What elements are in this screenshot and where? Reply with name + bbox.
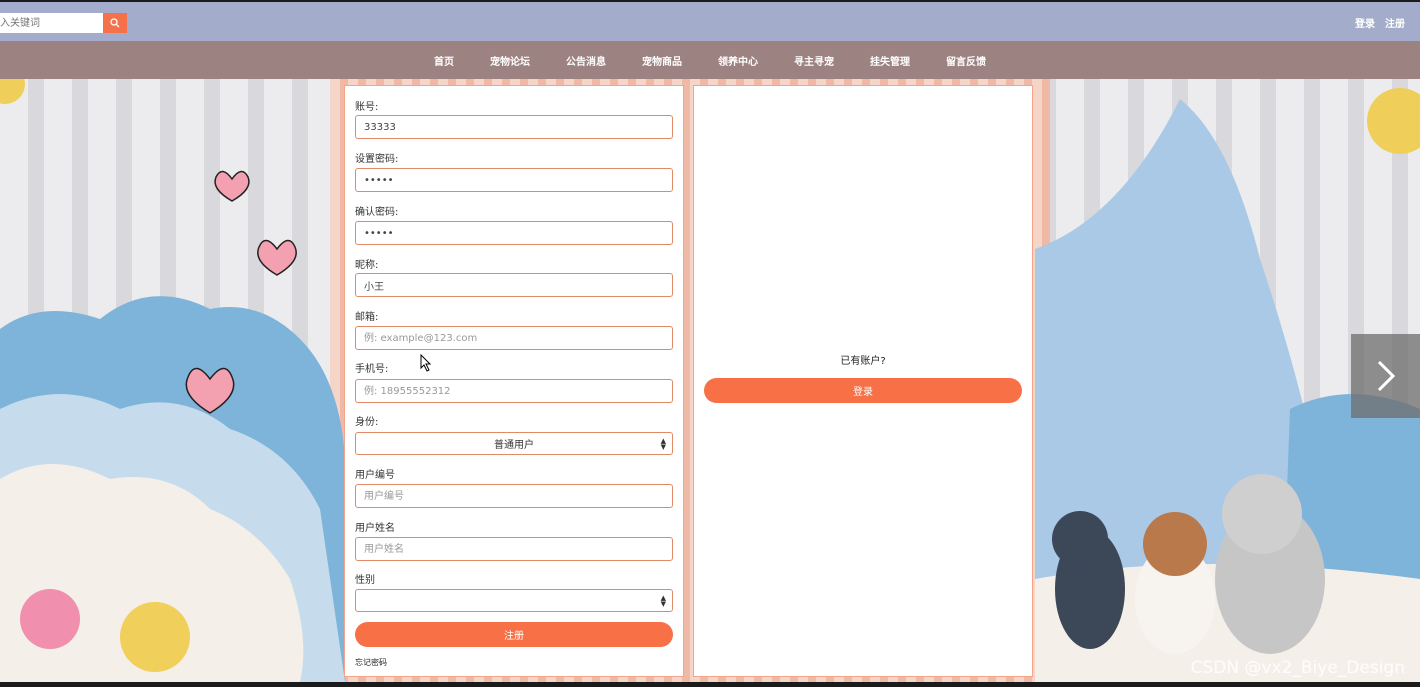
nav-announcements[interactable]: 公告消息 (566, 53, 606, 68)
nav-feedback[interactable]: 留言反馈 (946, 53, 986, 68)
login-button[interactable]: 登录 (704, 378, 1022, 403)
carousel-next-button[interactable] (1351, 334, 1420, 418)
user-number-input[interactable] (355, 484, 673, 508)
page: 登录 注册 首页 宠物论坛 公告消息 宠物商品 领养中心 寻主寻宠 挂失管理 留… (0, 2, 1420, 682)
watermark: CSDN @vx2_Biye_Design (1190, 658, 1405, 678)
top-register-link[interactable]: 注册 (1385, 15, 1405, 30)
has-account-text: 已有账户? (840, 356, 886, 367)
identity-select[interactable]: 普通用户 ▲ ▼ (355, 432, 673, 455)
forgot-password-link[interactable]: 忘记密码 (355, 657, 387, 668)
search-input[interactable] (0, 13, 103, 33)
identity-select-value: 普通用户 (494, 440, 534, 451)
search-icon (110, 18, 120, 28)
phone-label: 手机号: (355, 364, 389, 375)
nav-pet-products[interactable]: 宠物商品 (642, 53, 682, 68)
top-bar: 登录 注册 (0, 2, 1420, 41)
password-input[interactable] (355, 168, 673, 192)
user-name-input[interactable] (355, 537, 673, 561)
chevron-right-icon (1377, 360, 1395, 392)
mouse-cursor-icon (420, 354, 432, 372)
phone-input[interactable] (355, 379, 673, 403)
user-name-label: 用户姓名 (355, 523, 395, 534)
search-button[interactable] (103, 13, 127, 33)
gender-select[interactable]: ▲ ▼ (355, 589, 673, 612)
nav-pet-forum[interactable]: 宠物论坛 (490, 53, 530, 68)
main-nav: 首页 宠物论坛 公告消息 宠物商品 领养中心 寻主寻宠 挂失管理 留言反馈 (0, 41, 1420, 79)
register-submit-button[interactable]: 注册 (355, 622, 673, 647)
gender-label: 性别 (355, 575, 375, 586)
email-label: 邮箱: (355, 312, 379, 323)
login-panel: 已有账户? 登录 (693, 85, 1033, 677)
confirm-password-input[interactable] (355, 221, 673, 245)
email-input[interactable] (355, 326, 673, 350)
register-form: 账号: 设置密码: 确认密码: 昵称: 邮箱: 手机号: 身份: 普通用户 ▲▼… (344, 85, 684, 677)
top-auth-links: 登录 注册 (1355, 15, 1405, 30)
account-input[interactable] (355, 115, 673, 139)
nickname-input[interactable] (355, 273, 673, 297)
confirm-password-label: 确认密码: (355, 207, 399, 218)
user-number-label: 用户编号 (355, 470, 395, 481)
nav-home[interactable]: 首页 (434, 53, 454, 68)
nav-adoption-center[interactable]: 领养中心 (718, 53, 758, 68)
account-label: 账号: (355, 102, 379, 113)
password-label: 设置密码: (355, 154, 399, 165)
nav-lost-report[interactable]: 挂失管理 (870, 53, 910, 68)
nickname-label: 昵称: (355, 260, 379, 271)
top-login-link[interactable]: 登录 (1355, 15, 1375, 30)
identity-label: 身份: (355, 417, 379, 428)
nav-find-owner-pet[interactable]: 寻主寻宠 (794, 53, 834, 68)
select-arrows-icon: ▲ ▼ (660, 594, 666, 608)
select-arrows-icon: ▲ ▼ (660, 437, 666, 451)
